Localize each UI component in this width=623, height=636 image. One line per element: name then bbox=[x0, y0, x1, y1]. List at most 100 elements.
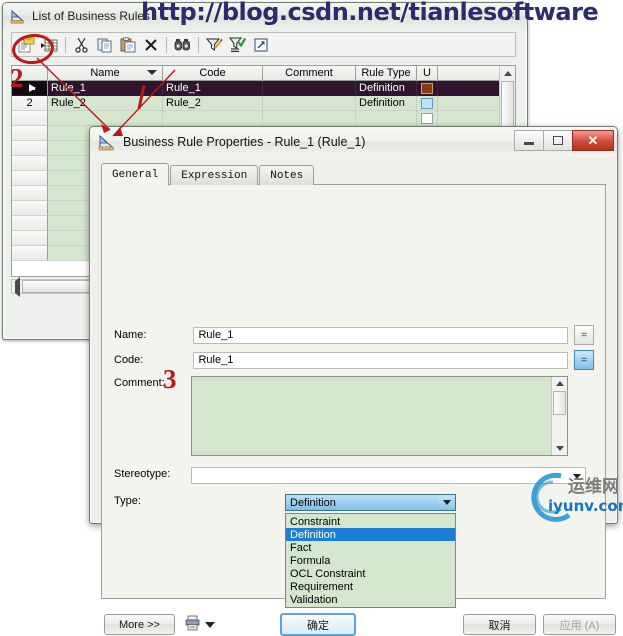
comment-scrollbar[interactable] bbox=[551, 377, 567, 455]
sort-descending-icon bbox=[147, 70, 157, 75]
type-label-row: Type: bbox=[114, 495, 194, 507]
row-selector[interactable] bbox=[12, 156, 48, 171]
grid-header-code[interactable]: Code bbox=[163, 66, 263, 80]
filter-edit-icon[interactable] bbox=[204, 35, 225, 55]
code-equals-button[interactable]: = bbox=[574, 350, 594, 370]
copy-icon[interactable] bbox=[94, 35, 115, 55]
row-selector[interactable] bbox=[12, 126, 48, 141]
cell-name[interactable] bbox=[48, 111, 163, 126]
scroll-thumb[interactable] bbox=[553, 391, 566, 415]
maximize-icon[interactable] bbox=[543, 130, 573, 151]
type-option-formula[interactable]: Formula bbox=[286, 554, 455, 567]
close-icon[interactable]: ✕ bbox=[572, 130, 614, 151]
type-dropdown-list[interactable]: Constraint Definition Fact Formula OCL C… bbox=[285, 513, 456, 608]
cell-u[interactable] bbox=[417, 111, 438, 126]
type-option-requirement[interactable]: Requirement bbox=[286, 580, 455, 593]
chevron-down-icon[interactable] bbox=[205, 622, 215, 628]
scroll-left-icon[interactable] bbox=[15, 276, 20, 297]
open-external-icon[interactable] bbox=[250, 35, 271, 55]
print-icon[interactable] bbox=[185, 615, 200, 631]
cancel-button[interactable]: 取消 bbox=[463, 614, 536, 635]
code-field-row: Code: Rule_1 = bbox=[114, 350, 594, 370]
cell-code[interactable] bbox=[163, 111, 263, 126]
cut-icon[interactable] bbox=[71, 35, 92, 55]
toolbar-separator bbox=[65, 36, 66, 53]
cell-code[interactable]: Rule_1 bbox=[163, 81, 263, 96]
business-rule-properties-dialog: Business Rule Properties - Rule_1 (Rule_… bbox=[89, 126, 618, 636]
cell-comment[interactable] bbox=[263, 96, 356, 111]
cell-name[interactable]: Rule_2 bbox=[48, 96, 163, 111]
grid-header-rule-type[interactable]: Rule Type bbox=[356, 66, 417, 80]
row-selector[interactable] bbox=[12, 141, 48, 156]
name-equals-button[interactable]: = bbox=[574, 325, 594, 345]
name-input[interactable]: Rule_1 bbox=[193, 326, 568, 344]
scroll-up-icon[interactable] bbox=[555, 377, 564, 390]
stereotype-label-row: Stereotype: bbox=[114, 468, 194, 480]
dialog-titlebar[interactable]: Business Rule Properties - Rule_1 (Rule_… bbox=[90, 127, 617, 156]
logo-watermark-cn: 运维网 bbox=[568, 477, 619, 497]
row-selector[interactable] bbox=[12, 186, 48, 201]
ruler-triangle-icon bbox=[98, 133, 116, 151]
code-input[interactable]: Rule_1 bbox=[193, 351, 568, 369]
row-selector[interactable] bbox=[12, 216, 48, 231]
row-selector[interactable] bbox=[12, 246, 48, 261]
toolbar-separator bbox=[198, 36, 199, 53]
minimize-icon[interactable] bbox=[514, 130, 544, 151]
cell-u[interactable] bbox=[417, 96, 438, 111]
type-label: Type: bbox=[114, 495, 141, 507]
ok-button[interactable]: 确定 bbox=[280, 613, 356, 636]
filter-apply-icon[interactable] bbox=[227, 35, 248, 55]
stereotype-combobox[interactable] bbox=[191, 467, 586, 484]
cell-rule-type[interactable] bbox=[356, 111, 417, 126]
background-window-title: List of Business Rules bbox=[32, 8, 151, 23]
paste-icon[interactable] bbox=[117, 35, 138, 55]
scroll-thumb[interactable] bbox=[501, 81, 514, 131]
grid-header-rownum[interactable] bbox=[12, 66, 48, 80]
scroll-up-icon[interactable] bbox=[500, 66, 515, 80]
row-selector[interactable] bbox=[12, 231, 48, 246]
more-button[interactable]: More >> bbox=[104, 614, 175, 635]
grid-header-name[interactable]: Name bbox=[48, 66, 163, 80]
cell-rule-type[interactable]: Definition bbox=[356, 81, 417, 96]
find-icon[interactable] bbox=[172, 35, 193, 55]
type-option-constraint[interactable]: Constraint bbox=[286, 515, 455, 528]
row-selector[interactable] bbox=[12, 81, 48, 96]
grid-header-comment[interactable]: Comment bbox=[263, 66, 356, 80]
cell-comment[interactable] bbox=[263, 111, 356, 126]
table-row[interactable]: Rule_1 Rule_1 Definition bbox=[12, 81, 515, 96]
chevron-down-icon[interactable] bbox=[439, 495, 455, 510]
name-label: Name: bbox=[114, 329, 147, 341]
comment-textarea[interactable] bbox=[191, 376, 568, 456]
properties-icon[interactable] bbox=[16, 35, 37, 55]
grid-header-u[interactable]: U bbox=[417, 66, 438, 80]
logo-watermark-en: iyunv.com bbox=[548, 497, 623, 515]
scroll-down-icon[interactable] bbox=[552, 442, 567, 455]
u-swatch-icon bbox=[421, 82, 433, 94]
cell-rule-type[interactable]: Definition bbox=[356, 96, 417, 111]
table-row[interactable] bbox=[12, 111, 515, 126]
tab-expression[interactable]: Expression bbox=[170, 165, 259, 185]
row-selector[interactable] bbox=[12, 111, 48, 126]
tab-notes[interactable]: Notes bbox=[259, 165, 315, 185]
cell-comment[interactable] bbox=[263, 81, 356, 96]
name-field-row: Name: Rule_1 = bbox=[114, 325, 594, 345]
row-selector[interactable] bbox=[12, 201, 48, 216]
row-selector[interactable]: 2 bbox=[12, 96, 48, 111]
tab-general[interactable]: General bbox=[101, 163, 170, 186]
apply-button: 应用 (A) bbox=[543, 614, 616, 635]
type-option-fact[interactable]: Fact bbox=[286, 541, 455, 554]
cell-code[interactable]: Rule_2 bbox=[163, 96, 263, 111]
insert-row-icon[interactable] bbox=[39, 35, 60, 55]
stereotype-label: Stereotype: bbox=[114, 468, 171, 480]
row-selector[interactable] bbox=[12, 171, 48, 186]
cell-u[interactable] bbox=[417, 81, 438, 96]
table-row[interactable]: 2 Rule_2 Rule_2 Definition bbox=[12, 96, 515, 111]
cell-name[interactable]: Rule_1 bbox=[48, 81, 163, 96]
type-option-validation[interactable]: Validation bbox=[286, 593, 455, 606]
window-controls: ✕ bbox=[514, 130, 614, 151]
type-option-ocl-constraint[interactable]: OCL Constraint bbox=[286, 567, 455, 580]
delete-icon[interactable] bbox=[140, 35, 161, 55]
type-option-definition[interactable]: Definition bbox=[286, 528, 455, 541]
u-swatch-icon bbox=[421, 97, 433, 109]
type-combobox[interactable]: Definition bbox=[285, 494, 456, 511]
